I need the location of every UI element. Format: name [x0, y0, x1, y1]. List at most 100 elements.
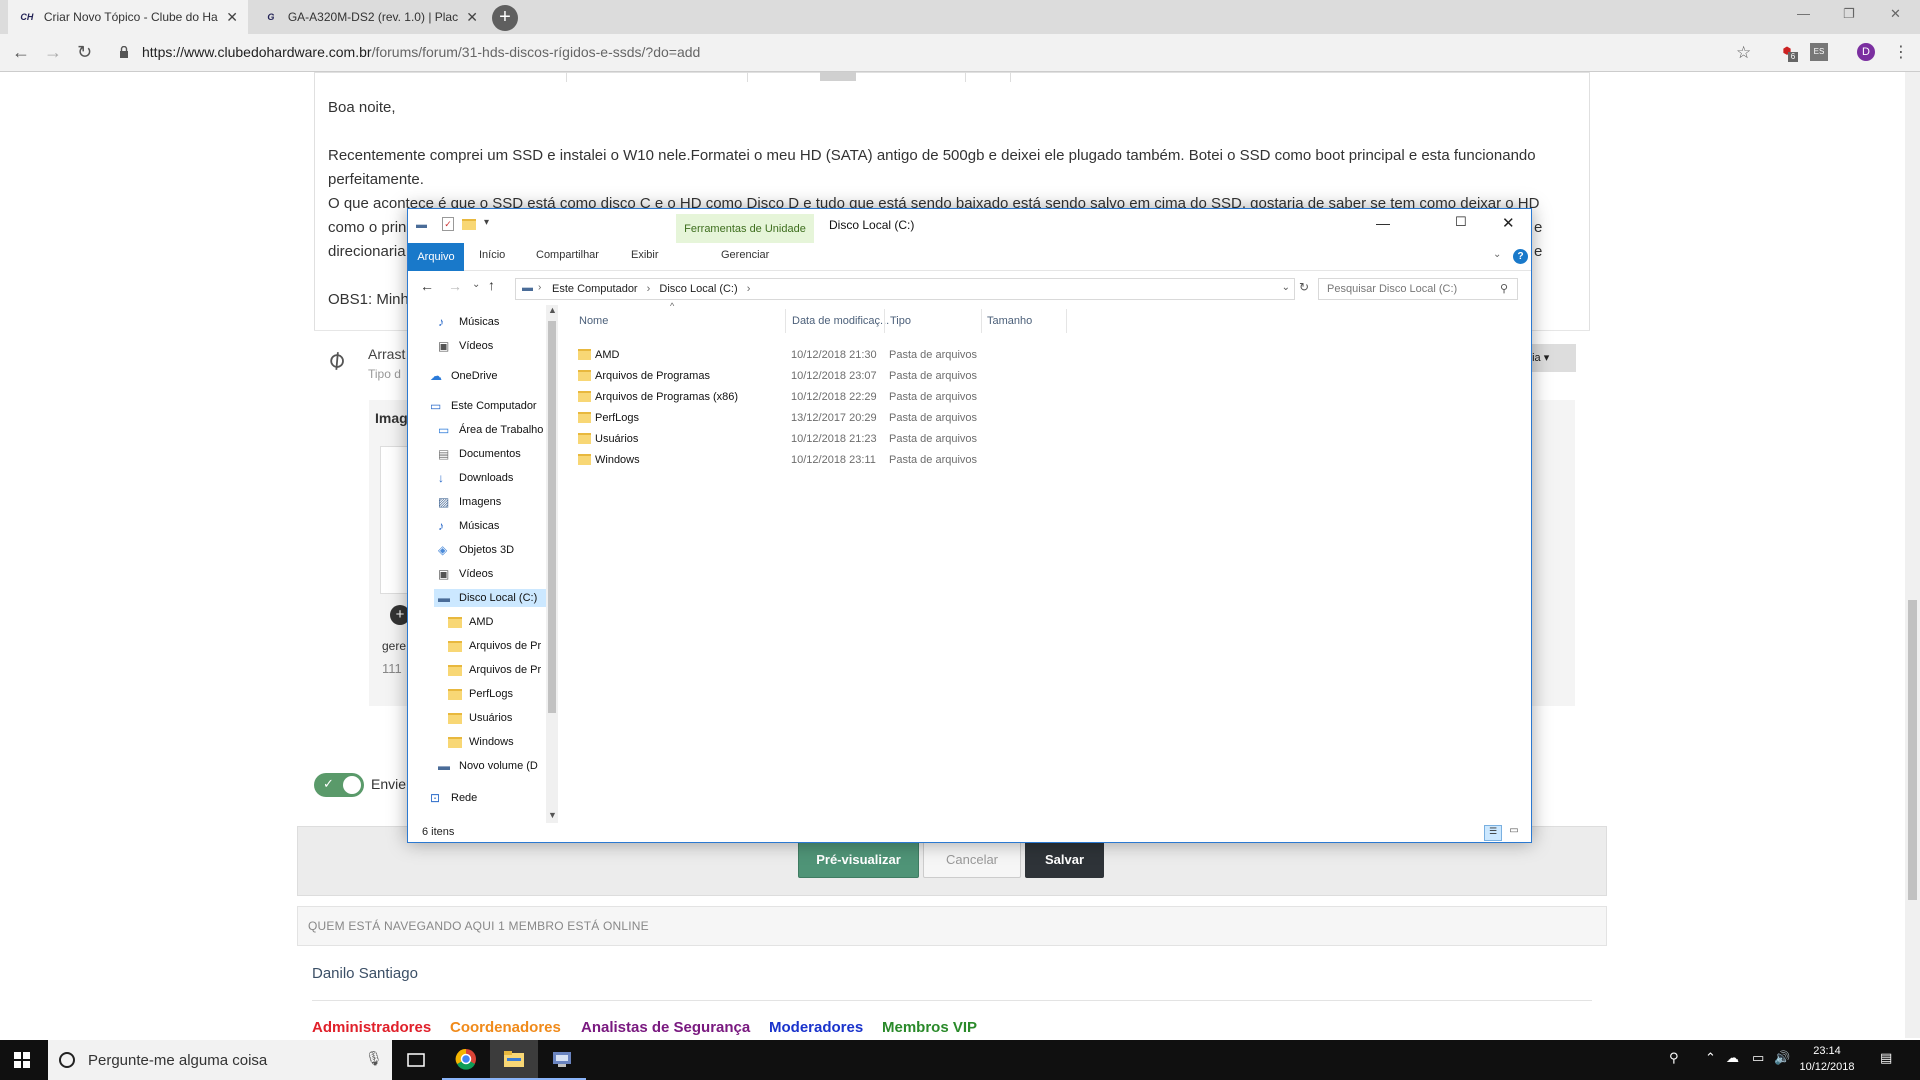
- nav-item[interactable]: ♪ Músicas: [434, 313, 546, 331]
- role-administradores[interactable]: Administradores: [312, 1019, 431, 1036]
- explorer-maximize-icon[interactable]: ☐: [1455, 214, 1467, 230]
- cancel-button[interactable]: Cancelar: [923, 840, 1021, 878]
- tab-inicio[interactable]: Início: [479, 249, 505, 261]
- search-input[interactable]: Pesquisar Disco Local (C:): [1318, 278, 1518, 300]
- up-folder-icon[interactable]: ↑: [488, 277, 495, 293]
- breadcrumb-disco-local[interactable]: Disco Local (C:): [659, 283, 737, 295]
- profile-avatar[interactable]: D: [1857, 43, 1875, 61]
- details-view-icon[interactable]: ☰: [1484, 825, 1502, 841]
- nav-item[interactable]: Windows: [444, 733, 546, 751]
- tab-compartilhar[interactable]: Compartilhar: [536, 249, 599, 261]
- role-analistas[interactable]: Analistas de Segurança: [581, 1019, 750, 1036]
- nav-item[interactable]: ♪ Músicas: [434, 517, 546, 535]
- onedrive-tray-icon[interactable]: ☁: [1726, 1050, 1739, 1066]
- address-dropdown-icon[interactable]: ⌄: [1282, 282, 1290, 293]
- nav-item[interactable]: Arquivos de Pr: [444, 637, 546, 655]
- properties-icon[interactable]: ✓: [442, 217, 454, 231]
- maximize-icon[interactable]: ❐: [1843, 6, 1855, 22]
- customize-qat-icon[interactable]: ▾: [484, 217, 489, 228]
- new-tab-button[interactable]: +: [492, 5, 518, 31]
- url-field[interactable]: https://www.clubedohardware.com.br/forum…: [142, 44, 700, 60]
- col-tipo[interactable]: Tipo: [890, 315, 911, 327]
- nav-item[interactable]: ▣ Vídeos: [434, 565, 546, 583]
- tab-criar-novo-topico[interactable]: CH Criar Novo Tópico - Clube do Hardware…: [8, 0, 248, 34]
- file-row[interactable]: Arquivos de Programas 10/12/2018 23:07 Pas…: [573, 366, 1053, 386]
- new-folder-icon[interactable]: [462, 219, 476, 230]
- notification-icon[interactable]: ▤: [1880, 1050, 1892, 1066]
- refresh-icon[interactable]: ↻: [1299, 280, 1309, 294]
- image-thumbnail[interactable]: [380, 446, 408, 594]
- chrome-icon[interactable]: [442, 1040, 490, 1080]
- nav-item[interactable]: ☁ OneDrive: [426, 367, 546, 385]
- people-icon[interactable]: ⚲: [1669, 1050, 1679, 1066]
- recent-locations-icon[interactable]: ⌄: [472, 279, 480, 290]
- help-icon[interactable]: ?: [1513, 249, 1528, 264]
- role-coordenadores[interactable]: Coordenadores: [450, 1019, 561, 1036]
- large-icons-view-icon[interactable]: ▭: [1506, 825, 1522, 841]
- minimize-icon[interactable]: —: [1797, 6, 1810, 21]
- nav-item[interactable]: ▭ Este Computador: [426, 397, 546, 415]
- breadcrumb-este-computador[interactable]: Este Computador: [552, 283, 638, 295]
- cortana-search-input[interactable]: Pergunte-me alguma coisa: [48, 1040, 392, 1080]
- nav-item[interactable]: ↓ Downloads: [434, 469, 546, 487]
- role-membros-vip[interactable]: Membros VIP: [882, 1019, 977, 1036]
- explorer-close-icon[interactable]: ✕: [1502, 214, 1515, 232]
- nav-item[interactable]: ⊡ Rede: [426, 789, 546, 807]
- role-moderadores[interactable]: Moderadores: [769, 1019, 863, 1036]
- tab-gerenciar[interactable]: Gerenciar: [721, 249, 769, 261]
- preview-button[interactable]: Pré-visualizar: [798, 840, 919, 878]
- online-member-link[interactable]: Danilo Santiago: [312, 965, 418, 982]
- close-tab-icon[interactable]: ✕: [466, 9, 478, 26]
- close-tab-icon[interactable]: ✕: [226, 9, 238, 26]
- task-view-icon[interactable]: [392, 1040, 440, 1080]
- explorer-back-icon[interactable]: ←: [420, 278, 434, 294]
- notify-toggle[interactable]: ✓: [314, 773, 364, 797]
- tab-ga-a320m[interactable]: G GA-A320M-DS2 (rev. 1.0) | Placas-mãe ✕: [252, 0, 488, 34]
- menu-kebab-icon[interactable]: ⋮: [1893, 42, 1909, 62]
- system-clock[interactable]: 23:14 10/12/2018: [1784, 1043, 1870, 1075]
- nav-item[interactable]: ▨ Imagens: [434, 493, 546, 511]
- file-row[interactable]: Usuários 10/12/2018 21:23 Pasta de arquivo…: [573, 429, 1053, 449]
- nav-item[interactable]: ▬ Novo volume (D: [434, 757, 546, 775]
- file-row[interactable]: Arquivos de Programas (x86) 10/12/2018 22…: [573, 387, 1053, 407]
- col-nome[interactable]: Nome: [579, 315, 608, 327]
- breadcrumb[interactable]: ▬ › Este Computador › Disco Local (C:) ›…: [515, 278, 1295, 300]
- app-taskbar-icon[interactable]: [538, 1040, 586, 1080]
- bookmark-star-icon[interactable]: ☆: [1736, 43, 1751, 63]
- expand-ribbon-icon[interactable]: ⌄: [1493, 249, 1501, 260]
- nav-item-label: Vídeos: [459, 340, 494, 352]
- page-scrollbar-thumb[interactable]: [1908, 600, 1917, 900]
- extension-es-icon[interactable]: ES: [1810, 43, 1828, 61]
- col-data[interactable]: Data de modificaç...: [792, 315, 889, 327]
- nav-item[interactable]: ▭ Área de Trabalho: [434, 421, 546, 439]
- close-window-icon[interactable]: ✕: [1890, 6, 1901, 22]
- file-row[interactable]: Windows 10/12/2018 23:11 Pasta de arquivos: [573, 450, 1053, 470]
- nav-scrollbar[interactable]: ▲ ▼: [546, 305, 558, 823]
- network-tray-icon[interactable]: ▭: [1752, 1050, 1764, 1066]
- reload-icon[interactable]: ↻: [77, 42, 92, 63]
- explorer-minimize-icon[interactable]: —: [1376, 215, 1390, 231]
- nav-item[interactable]: ▤ Documentos: [434, 445, 546, 463]
- nav-item[interactable]: ▣ Vídeos: [434, 337, 546, 355]
- nav-item[interactable]: ◈ Objetos 3D: [434, 541, 546, 559]
- save-button[interactable]: Salvar: [1025, 840, 1104, 878]
- microphone-icon[interactable]: 🎙: [365, 1050, 383, 1067]
- col-tamanho[interactable]: Tamanho: [987, 315, 1032, 327]
- nav-item[interactable]: Arquivos de Pr: [444, 661, 546, 679]
- explorer-titlebar[interactable]: ▬ ✓ ▾ Ferramentas de Unidade Disco Local…: [408, 209, 1531, 243]
- file-row[interactable]: AMD 10/12/2018 21:30 Pasta de arquivos: [573, 345, 1053, 365]
- nav-item[interactable]: AMD: [444, 613, 546, 631]
- windows-start-icon[interactable]: [14, 1052, 30, 1068]
- tab-arquivo[interactable]: Arquivo: [408, 243, 464, 271]
- nav-item[interactable]: ▬ Disco Local (C:): [434, 589, 546, 607]
- tab-exibir[interactable]: Exibir: [631, 249, 659, 261]
- nav-item[interactable]: Usuários: [444, 709, 546, 727]
- explorer-forward-icon[interactable]: →: [448, 278, 462, 294]
- file-explorer-taskbar-icon[interactable]: [490, 1040, 538, 1080]
- back-icon[interactable]: ←: [12, 42, 30, 63]
- tray-expand-icon[interactable]: ⌃: [1705, 1050, 1716, 1066]
- attach-label[interactable]: Arrast: [368, 346, 405, 362]
- forward-icon[interactable]: →: [44, 42, 62, 63]
- nav-item[interactable]: PerfLogs: [444, 685, 546, 703]
- file-row[interactable]: PerfLogs 13/12/2017 20:29 Pasta de arquivo…: [573, 408, 1053, 428]
